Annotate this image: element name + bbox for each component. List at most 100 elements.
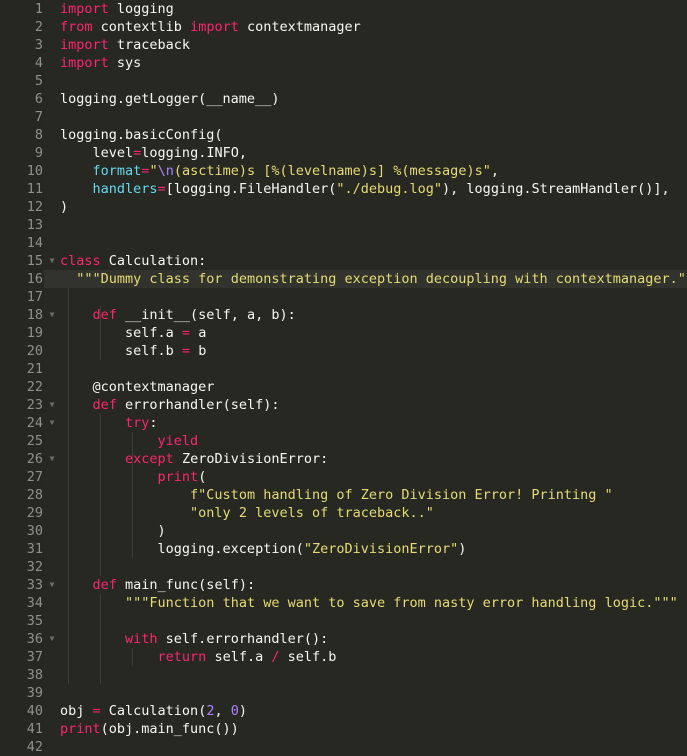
- code-text[interactable]: handlers=[logging.FileHandler("./debug.l…: [60, 180, 670, 198]
- line-number[interactable]: 35: [0, 612, 44, 630]
- code-text[interactable]: def main_func(self):: [60, 576, 256, 594]
- line-number[interactable]: 14: [0, 234, 44, 252]
- code-text[interactable]: print(: [60, 468, 207, 486]
- code-text[interactable]: """Function that we want to save from na…: [60, 594, 678, 612]
- code-line[interactable]: 3 import traceback: [0, 36, 687, 54]
- code-line[interactable]: 28 f"Custom handling of Zero Division Er…: [0, 486, 687, 504]
- code-text[interactable]: """Dummy class for demonstrating excepti…: [60, 270, 687, 288]
- code-line[interactable]: 41 print(obj.main_func()): [0, 720, 687, 738]
- line-number[interactable]: 2: [0, 18, 44, 36]
- code-text[interactable]: ): [60, 522, 166, 540]
- code-line[interactable]: 18 ▼ def __init__(self, a, b):: [0, 306, 687, 324]
- code-line[interactable]: 39: [0, 684, 687, 702]
- line-number[interactable]: 17: [0, 288, 44, 306]
- code-line[interactable]: 27 print(: [0, 468, 687, 486]
- line-number[interactable]: 26: [0, 450, 44, 468]
- line-number[interactable]: 40: [0, 702, 44, 720]
- code-line[interactable]: 26 ▼ except ZeroDivisionError:: [0, 450, 687, 468]
- code-text[interactable]: logging.getLogger(__name__): [60, 90, 279, 108]
- code-editor[interactable]: 1 import logging 2 from contextlib import c…: [0, 0, 687, 756]
- line-number[interactable]: 12: [0, 198, 44, 216]
- line-number[interactable]: 4: [0, 54, 44, 72]
- code-line[interactable]: 38: [0, 666, 687, 684]
- code-line[interactable]: 10 format="\n(asctime)s [%(levelname)s] …: [0, 162, 687, 180]
- line-number[interactable]: 21: [0, 360, 44, 378]
- code-line[interactable]: 21: [0, 360, 687, 378]
- fold-toggle-icon[interactable]: ▼: [46, 252, 58, 270]
- code-line[interactable]: 40 obj = Calculation(2, 0): [0, 702, 687, 720]
- code-lines[interactable]: 1 import logging 2 from contextlib import c…: [0, 0, 687, 756]
- fold-toggle-icon[interactable]: ▼: [46, 450, 58, 468]
- code-line[interactable]: 2 from contextlib import contextmanager: [0, 18, 687, 36]
- code-text[interactable]: print(obj.main_func()): [60, 720, 239, 738]
- code-line[interactable]: 8 logging.basicConfig(: [0, 126, 687, 144]
- code-text[interactable]: except ZeroDivisionError:: [60, 450, 328, 468]
- code-line[interactable]: 42: [0, 738, 687, 756]
- code-text[interactable]: def __init__(self, a, b):: [60, 306, 296, 324]
- code-line[interactable]: 6 logging.getLogger(__name__): [0, 90, 687, 108]
- line-number[interactable]: 41: [0, 720, 44, 738]
- line-number[interactable]: 20: [0, 342, 44, 360]
- code-text[interactable]: import logging: [60, 0, 174, 18]
- fold-toggle-icon[interactable]: ▼: [46, 396, 58, 414]
- code-line[interactable]: 20 self.b = b: [0, 342, 687, 360]
- code-text[interactable]: try:: [60, 414, 158, 432]
- code-line[interactable]: 37 return self.a / self.b: [0, 648, 687, 666]
- code-text[interactable]: with self.errorhandler():: [60, 630, 328, 648]
- line-number[interactable]: 8: [0, 126, 44, 144]
- code-text[interactable]: self.a = a: [60, 324, 206, 342]
- code-text[interactable]: @contextmanager: [60, 378, 215, 396]
- line-number[interactable]: 3: [0, 36, 44, 54]
- code-text[interactable]: def errorhandler(self):: [60, 396, 280, 414]
- code-line[interactable]: 30 ): [0, 522, 687, 540]
- fold-toggle-icon[interactable]: ▼: [46, 630, 58, 648]
- line-number[interactable]: 11: [0, 180, 44, 198]
- line-number[interactable]: 13: [0, 216, 44, 234]
- line-number[interactable]: 1: [0, 0, 44, 18]
- code-line[interactable]: 36 ▼ with self.errorhandler():: [0, 630, 687, 648]
- line-number[interactable]: 28: [0, 486, 44, 504]
- code-text[interactable]: format="\n(asctime)s [%(levelname)s] %(m…: [60, 162, 499, 180]
- fold-toggle-icon[interactable]: ▼: [46, 414, 58, 432]
- line-number[interactable]: 7: [0, 108, 44, 126]
- line-number[interactable]: 24: [0, 414, 44, 432]
- line-number[interactable]: 16: [0, 270, 44, 288]
- code-line[interactable]: 5: [0, 72, 687, 90]
- code-line[interactable]: 19 self.a = a: [0, 324, 687, 342]
- line-number[interactable]: 10: [0, 162, 44, 180]
- line-number[interactable]: 38: [0, 666, 44, 684]
- line-number[interactable]: 39: [0, 684, 44, 702]
- line-number[interactable]: 23: [0, 396, 44, 414]
- code-line[interactable]: 25 yield: [0, 432, 687, 450]
- line-number[interactable]: 29: [0, 504, 44, 522]
- code-line[interactable]: 1 import logging: [0, 0, 687, 18]
- code-line[interactable]: 7: [0, 108, 687, 126]
- fold-toggle-icon[interactable]: ▼: [46, 306, 58, 324]
- code-line[interactable]: 32: [0, 558, 687, 576]
- code-line[interactable]: 24 ▼ try:: [0, 414, 687, 432]
- line-number[interactable]: 27: [0, 468, 44, 486]
- code-line[interactable]: 9 level=logging.INFO,: [0, 144, 687, 162]
- line-number[interactable]: 15: [0, 252, 44, 270]
- line-number[interactable]: 34: [0, 594, 44, 612]
- code-line[interactable]: 29 "only 2 levels of traceback..": [0, 504, 687, 522]
- code-text[interactable]: self.b = b: [60, 342, 206, 360]
- fold-toggle-icon[interactable]: ▼: [46, 576, 58, 594]
- code-text[interactable]: import sys: [60, 54, 141, 72]
- line-number[interactable]: 33: [0, 576, 44, 594]
- line-number[interactable]: 19: [0, 324, 44, 342]
- code-line[interactable]: 34 """Function that we want to save from…: [0, 594, 687, 612]
- line-number[interactable]: 30: [0, 522, 44, 540]
- code-line[interactable]: 16 """Dummy class for demonstrating exce…: [0, 270, 687, 288]
- line-number[interactable]: 32: [0, 558, 44, 576]
- line-number[interactable]: 37: [0, 648, 44, 666]
- code-text[interactable]: class Calculation:: [60, 252, 206, 270]
- code-text[interactable]: f"Custom handling of Zero Division Error…: [60, 486, 613, 504]
- code-text[interactable]: import traceback: [60, 36, 190, 54]
- code-line[interactable]: 22 @contextmanager: [0, 378, 687, 396]
- line-number[interactable]: 9: [0, 144, 44, 162]
- line-number[interactable]: 22: [0, 378, 44, 396]
- code-text[interactable]: "only 2 levels of traceback..": [60, 504, 434, 522]
- code-line[interactable]: 13: [0, 216, 687, 234]
- code-text[interactable]: obj = Calculation(2, 0): [60, 702, 247, 720]
